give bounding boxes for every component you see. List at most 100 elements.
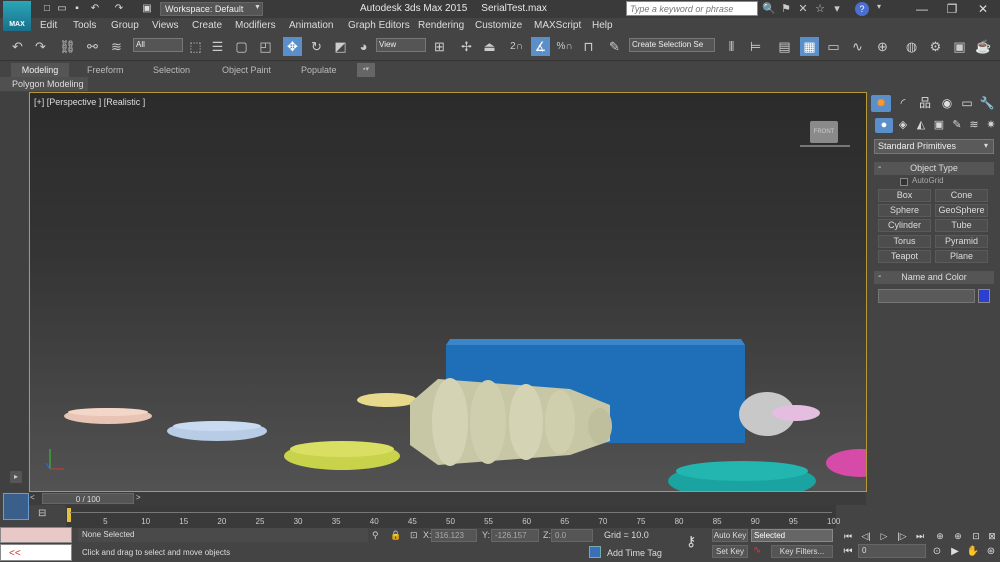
isolate-icon[interactable]: ⚲ (372, 530, 379, 541)
x-coordinate-field[interactable]: 316.123 (431, 529, 477, 542)
tab-modeling[interactable]: Modeling (11, 63, 69, 77)
chevron-down-icon[interactable]: ▼ (252, 2, 263, 16)
pan-icon[interactable]: ✋ (966, 545, 980, 559)
geometry-icon[interactable]: ● (875, 118, 893, 133)
space-warps-icon[interactable]: ≋ (965, 118, 983, 133)
link-icon[interactable]: ⛓ (58, 37, 77, 56)
selection-filter-select[interactable]: All (133, 38, 183, 52)
material-editor-icon[interactable]: ◍ (902, 37, 921, 56)
close-button[interactable]: ✕ (968, 0, 998, 18)
communication-center-icon[interactable]: ⚑ (779, 2, 793, 15)
hierarchy-tab-icon[interactable]: 品 (915, 95, 935, 112)
select-place-icon[interactable]: ◕ (354, 37, 373, 56)
named-selection-set-select[interactable]: Create Selection Se (629, 38, 715, 52)
current-frame-marker[interactable] (67, 508, 71, 522)
pivot-center-icon[interactable]: ⊞ (430, 37, 449, 56)
time-slider-thumb[interactable]: 0 / 100 (42, 493, 134, 504)
modify-tab-icon[interactable]: ◜ (893, 95, 913, 112)
help-icon[interactable]: ? (855, 2, 869, 16)
helpers-icon[interactable]: ✎ (948, 118, 966, 133)
key-mode-icon[interactable]: ∿ (753, 545, 761, 556)
edit-named-selection-icon[interactable]: ✎ (605, 37, 624, 56)
track-bar-icon[interactable]: ⊟ (38, 508, 46, 519)
z-coordinate-field[interactable]: 0.0 (551, 529, 593, 542)
auto-key-button[interactable]: Auto Key (712, 529, 748, 542)
ribbon-options-icon[interactable]: ▪▾ (357, 63, 375, 77)
menu-rendering[interactable]: Rendering (418, 18, 464, 33)
viewport-perspective[interactable]: [+] [Perspective ] [Realistic ] FRONT (29, 92, 867, 492)
menu-modifiers[interactable]: Modifiers (235, 18, 276, 33)
maxscript-mini-listener[interactable]: << (0, 544, 72, 561)
set-key-button[interactable]: Set Key (712, 545, 748, 558)
menu-help[interactable]: Help (592, 18, 613, 33)
lock-selection-icon[interactable]: 🔒 (390, 530, 401, 541)
window-crossing-icon[interactable]: ◰ (256, 37, 275, 56)
utilities-tab-icon[interactable]: 🔧 (977, 95, 997, 112)
select-and-move-icon[interactable]: ✥ (283, 37, 302, 56)
schematic-view-icon[interactable]: ⊕ (873, 37, 892, 56)
expand-icon[interactable]: ▸ (10, 471, 22, 483)
spinner-snap-icon[interactable]: ⊓ (579, 37, 598, 56)
prev-frame-icon[interactable]: < (30, 493, 35, 502)
restore-button[interactable]: ❐ (937, 0, 967, 18)
menu-tools[interactable]: Tools (73, 18, 96, 33)
curve-editor-icon[interactable]: ∿ (848, 37, 867, 56)
menu-customize[interactable]: Customize (475, 18, 522, 33)
tab-selection[interactable]: Selection (153, 63, 190, 77)
workspace-select[interactable]: Workspace: Default (160, 2, 263, 16)
menu-create[interactable]: Create (192, 18, 222, 33)
mini-curve-editor-icon[interactable] (3, 493, 29, 520)
object-color-swatch[interactable] (978, 289, 990, 303)
orbit-icon[interactable]: ⊛ (984, 545, 998, 559)
render-setup-icon[interactable]: ⚙ (926, 37, 945, 56)
sphere-button[interactable]: Sphere (878, 204, 931, 217)
render-production-icon[interactable]: ☕ (974, 37, 993, 56)
snaps-toggle-icon[interactable]: 2∩ (507, 37, 526, 56)
minimize-button[interactable]: — (907, 0, 937, 18)
key-icon[interactable]: ⚷ (686, 533, 696, 550)
render-frame-icon[interactable]: ▣ (950, 37, 969, 56)
y-coordinate-field[interactable]: -126.157 (491, 529, 539, 542)
pyramid-button[interactable]: Pyramid (935, 235, 988, 248)
shapes-icon[interactable]: ◈ (894, 118, 912, 133)
ribbon-toggle-icon[interactable]: ▭ (824, 37, 843, 56)
select-and-scale-icon[interactable]: ◩ (331, 37, 350, 56)
zoom-all-icon[interactable]: ⊕ (951, 530, 965, 543)
previous-frame-icon[interactable]: ◁| (859, 530, 873, 543)
motion-tab-icon[interactable]: ◉ (937, 95, 957, 112)
select-object-icon[interactable]: ⬚ (186, 37, 205, 56)
mirror-icon[interactable]: ⫴ (722, 37, 741, 56)
cone-button[interactable]: Cone (935, 189, 988, 202)
app-menu-button[interactable]: MAX (3, 1, 31, 31)
teapot-button[interactable]: Teapot (878, 250, 931, 263)
systems-icon[interactable]: ✷ (982, 118, 1000, 133)
unlink-icon[interactable]: ⚯ (83, 37, 102, 56)
menu-group[interactable]: Group (111, 18, 139, 33)
time-config-icon[interactable]: ⊙ (930, 545, 944, 559)
select-manipulate-icon[interactable]: ✢ (457, 37, 476, 56)
menu-edit[interactable]: Edit (40, 18, 57, 33)
redo-icon[interactable]: ↷ (112, 2, 126, 15)
redo-icon[interactable]: ↷ (31, 37, 50, 56)
save-file-icon[interactable]: ▪ (70, 2, 84, 15)
project-folder-icon[interactable]: ▣ (140, 2, 154, 15)
tab-populate[interactable]: Populate (301, 63, 337, 77)
menu-maxscript[interactable]: MAXScript (534, 18, 581, 33)
zoom-extents-icon[interactable]: ⊡ (969, 530, 983, 543)
tube-button[interactable]: Tube (935, 219, 988, 232)
chevron-down-icon[interactable]: ▾ (872, 2, 886, 11)
object-name-input[interactable] (878, 289, 975, 303)
key-mode-select[interactable]: Selected (751, 529, 833, 542)
time-tag-icon[interactable] (589, 546, 601, 558)
zoom-icon[interactable]: ⊕ (933, 530, 947, 543)
menu-graph-editors[interactable]: Graph Editors (348, 18, 410, 33)
go-to-start-icon[interactable]: ⏮ (841, 530, 855, 543)
tab-object-paint[interactable]: Object Paint (222, 63, 271, 77)
torus-button[interactable]: Torus (878, 235, 931, 248)
next-frame-icon[interactable]: > (136, 493, 141, 502)
rollout-collapse-icon[interactable]: - (878, 162, 881, 173)
menu-views[interactable]: Views (152, 18, 179, 33)
exchange-icon[interactable]: ✕ (796, 2, 810, 15)
angle-snap-icon[interactable]: ∡ (531, 37, 550, 56)
chevron-down-icon[interactable]: ▾ (984, 141, 988, 150)
